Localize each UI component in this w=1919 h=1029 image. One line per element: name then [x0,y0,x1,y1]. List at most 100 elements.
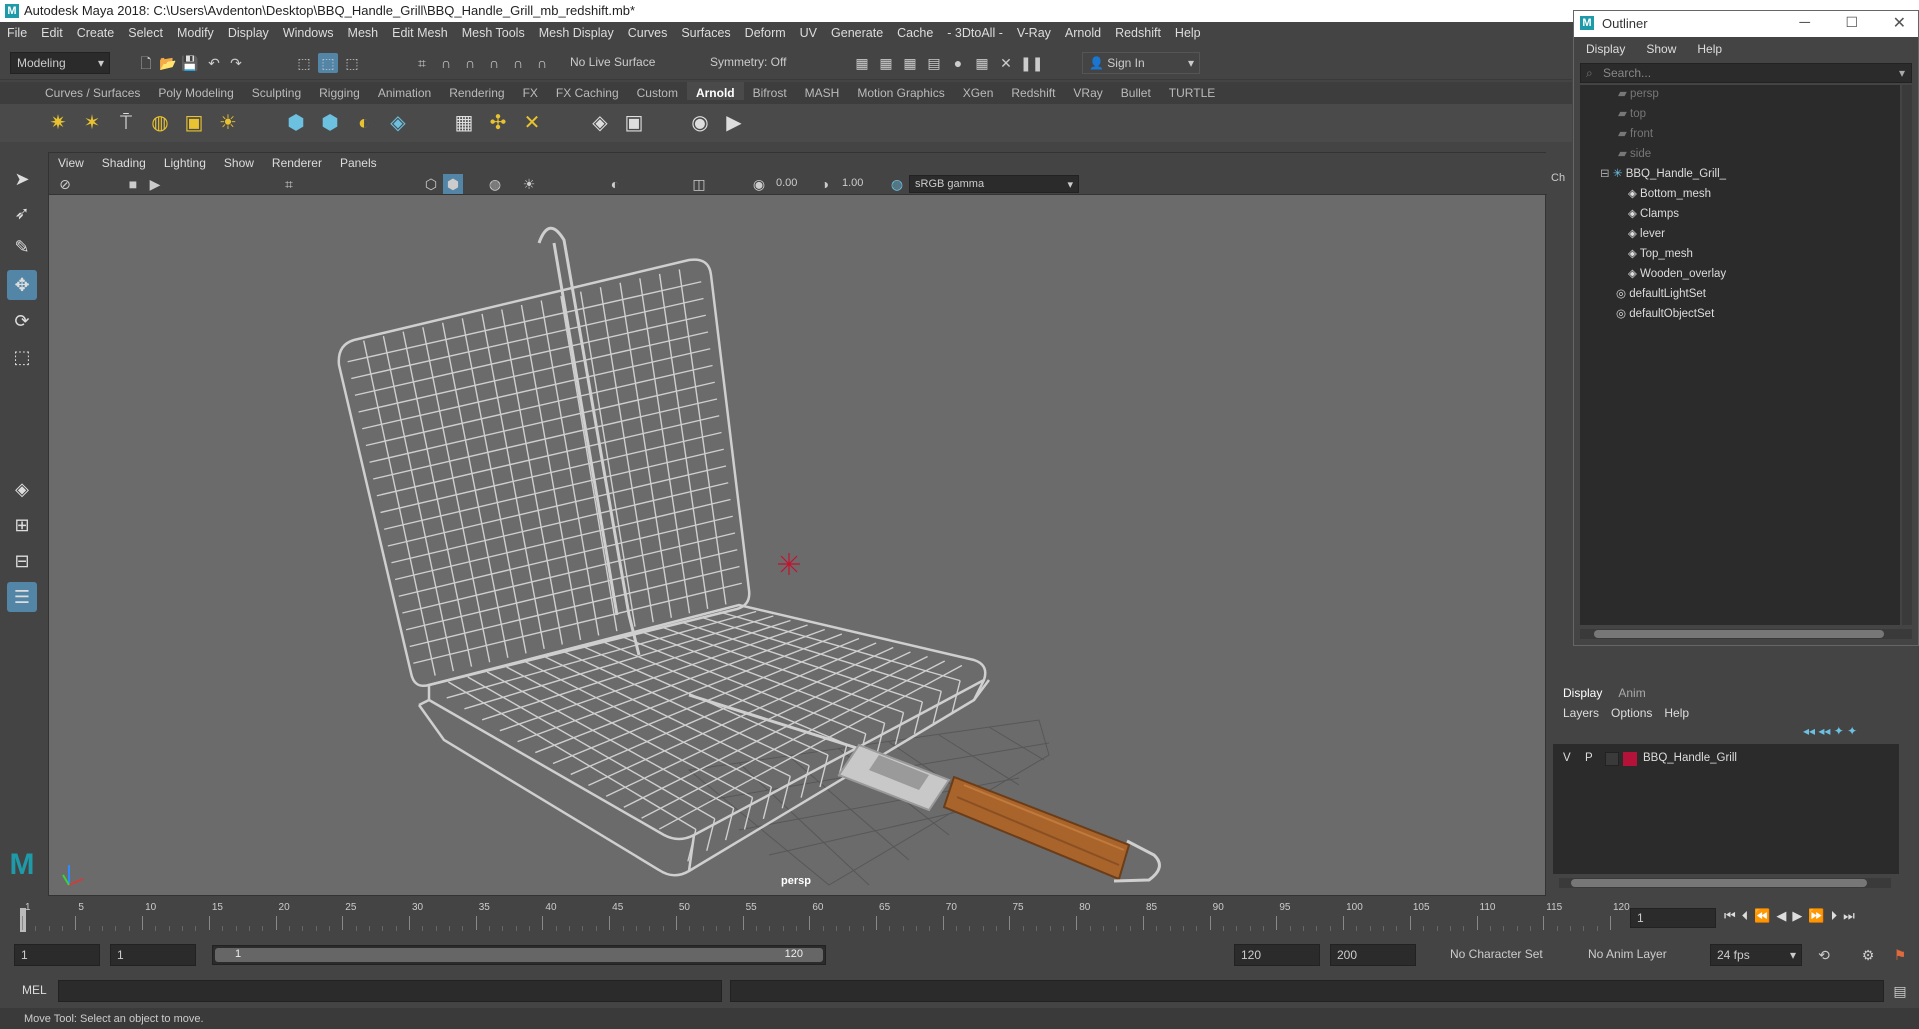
snap-surface-icon[interactable]: ∩ [508,53,528,73]
viewport-menu-shading[interactable]: Shading [93,153,155,170]
shelf-tab-rigging[interactable]: Rigging [310,82,369,100]
shelf-tab-poly-modeling[interactable]: Poly Modeling [149,82,242,100]
photometric-light-icon[interactable]: ⍑ [112,109,140,137]
step-back-key-icon[interactable]: ⏪ [1754,908,1776,923]
symmetry-field[interactable]: Symmetry: Off [704,52,804,74]
range-slider-handle[interactable]: 1 120 [215,948,823,962]
snap-curve-icon[interactable]: ∩ [436,53,456,73]
animation-start-field[interactable]: 1 [14,944,100,966]
light-portal-icon[interactable]: ▣ [180,109,208,137]
light-manager-icon[interactable]: ◈ [586,109,614,137]
move-tool-icon[interactable]: ✥ [7,270,37,300]
render-view-shelf-icon[interactable]: ▦ [450,109,478,137]
two-view-layout-icon[interactable]: ⊟ [7,546,37,576]
live-surface-field[interactable]: No Live Surface [564,52,664,74]
snap-magnet-icon[interactable]: ∩ [532,53,552,73]
select-tool-icon[interactable]: ➤ [7,164,37,194]
menu-3dtoall[interactable]: - 3DtoAll - [940,22,1010,40]
close-icon[interactable]: ✕ [1893,13,1906,33]
shelf-tab-xgen[interactable]: XGen [954,82,1003,100]
wooden-handle[interactable] [942,775,1161,883]
viewport-menu-lighting[interactable]: Lighting [155,153,215,170]
select-object-icon[interactable]: ⬚ [318,53,338,73]
outliner-item-clamps[interactable]: ◈ Clamps [1628,205,1679,223]
menu-arnold[interactable]: Arnold [1058,22,1108,40]
wireframe-icon[interactable]: ⬡ [421,174,441,194]
smooth-shade-icon[interactable]: ⬢ [443,174,463,194]
viewport-menu-view[interactable]: View [49,153,93,170]
render-settings-icon[interactable]: ▤ [924,53,944,73]
shelf-tab-fx[interactable]: FX [514,82,547,100]
shelf-tab-motion-graphics[interactable]: Motion Graphics [848,82,953,100]
command-input[interactable] [58,980,722,1002]
single-perspective-layout-icon[interactable]: ◈ [7,474,37,504]
channel-tab-label[interactable]: Ch [1548,152,1572,184]
layer-name[interactable]: BBQ_Handle_Grill [1643,752,1737,764]
mode-dropdown[interactable]: Modeling ▾ [10,52,110,74]
shelf-tab-vray[interactable]: VRay [1064,82,1111,100]
play-back-icon[interactable]: ◀ [1776,908,1792,923]
menu-uv[interactable]: UV [793,22,824,40]
lights-icon[interactable]: ☀ [519,174,539,194]
channel-box-strip[interactable]: Ch [1548,152,1572,672]
volume-icon[interactable]: ◈ [384,109,412,137]
physical-sky-icon[interactable]: ☀ [214,109,242,137]
bookmark-icon[interactable]: ▶ [145,174,165,194]
exposure-icon[interactable]: ◉ [749,174,769,194]
sign-in-button[interactable]: 👤 Sign In ▾ [1082,52,1200,74]
move-layer-down-icon[interactable]: ◂◂ [1818,724,1833,738]
menu-generate[interactable]: Generate [824,22,890,40]
gamma-field[interactable]: 1.00 [837,175,877,193]
menu-windows[interactable]: Windows [276,22,341,40]
isolate-select-icon[interactable]: ◐ [605,174,625,194]
undo-icon[interactable]: ↶ [204,53,224,73]
go-to-start-icon[interactable]: ⏮ [1724,908,1742,923]
render-view-icon[interactable]: ▦ [972,53,992,73]
character-set-dropdown[interactable]: No Character Set [1444,944,1564,966]
menu-mesh-tools[interactable]: Mesh Tools [455,22,532,40]
scrollbar-thumb[interactable] [1571,879,1867,887]
flush-textures-icon[interactable]: ✕ [518,109,546,137]
menu-cache[interactable]: Cache [890,22,940,40]
outliner-item-default-object-set[interactable]: ◎ defaultObjectSet [1616,305,1714,323]
curve-collector-icon[interactable]: ◐ [350,109,378,137]
range-slider[interactable]: 1 120 [212,945,826,965]
step-forward-key-icon[interactable]: ⏩ [1808,908,1830,923]
rotate-tool-icon[interactable]: ⟳ [7,306,37,336]
animation-end-field[interactable]: 200 [1330,944,1416,966]
play-forward-icon[interactable]: ▶ [1792,908,1808,923]
shelf-tab-sculpting[interactable]: Sculpting [243,82,310,100]
script-editor-icon[interactable]: ▤ [1890,981,1910,1001]
current-frame-field[interactable]: 1 [1630,908,1716,928]
step-back-icon[interactable]: ⏴ [1742,908,1755,923]
outliner-menu-show[interactable]: Show [1634,37,1685,56]
new-layer-selected-icon[interactable]: ✦ [1847,724,1857,738]
ipr-view-icon[interactable]: ◉ [686,109,714,137]
open-scene-icon[interactable]: 📂 [158,53,178,73]
viewport-menu-show[interactable]: Show [215,153,263,170]
outliner-search-input[interactable]: ⌕ Search... ▾ [1580,63,1912,83]
pause-render-icon[interactable]: ❚❚ [1020,53,1043,73]
auto-key-icon[interactable]: ⚙ [1858,945,1878,965]
camera-select-icon[interactable]: ⊘ [55,174,75,194]
viewport-menu-panels[interactable]: Panels [331,153,386,170]
collapse-icon[interactable]: ⊟ [1600,168,1613,180]
menu-create[interactable]: Create [70,22,122,40]
render-play-icon[interactable]: ▶ [720,109,748,137]
chevron-down-icon[interactable]: ▾ [1899,66,1905,80]
scene-canvas[interactable] [49,195,1545,895]
layer-row[interactable]: V P BBQ_Handle_Grill [1557,750,1887,768]
new-scene-icon[interactable]: 🗋 [136,53,156,73]
outliner-item-wooden-overlay[interactable]: ◈ Wooden_overlay [1628,265,1726,283]
fps-dropdown[interactable]: 24 fps ▾ [1710,944,1802,966]
snap-point-icon[interactable]: ∩ [460,53,480,73]
shelf-tab-curves-surfaces[interactable]: Curves / Surfaces [36,82,149,100]
time-ruler[interactable]: 1 5 10 15 20 25 30 35 40 45 50 55 60 65 70 75 80 85 90 95 10… [20,900,1630,934]
redshift-render-icon[interactable]: ✕ [996,53,1016,73]
outliner-item-persp[interactable]: ▰ persp [1618,85,1659,103]
shelf-tab-rendering[interactable]: Rendering [440,82,513,100]
anim-prefs-icon[interactable]: ⚑ [1890,945,1910,965]
shelf-tab-arnold[interactable]: Arnold [686,82,744,100]
menu-edit-mesh[interactable]: Edit Mesh [385,22,455,40]
menu-edit[interactable]: Edit [34,22,70,40]
